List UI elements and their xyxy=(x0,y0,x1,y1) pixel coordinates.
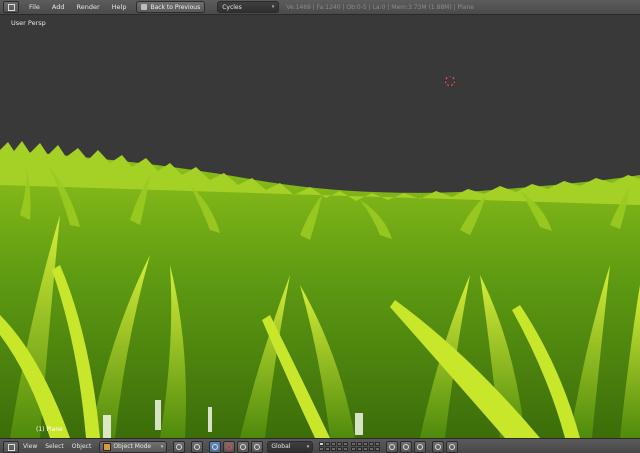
layer-button[interactable] xyxy=(369,442,375,446)
menu-render[interactable]: Render xyxy=(70,0,105,14)
camera-icon xyxy=(435,443,442,450)
rotate-icon xyxy=(240,443,247,450)
chevron-down-icon: ▾ xyxy=(306,443,310,450)
layer-button[interactable] xyxy=(369,447,375,451)
scale-icon xyxy=(254,443,261,450)
layer-button[interactable] xyxy=(331,442,337,446)
layer-button[interactable] xyxy=(351,447,357,451)
layer-button[interactable] xyxy=(375,447,381,451)
back-to-previous-button[interactable]: Back to Previous xyxy=(136,1,206,13)
pivot-point-button[interactable] xyxy=(191,440,204,453)
grass-render xyxy=(0,141,640,438)
shading-icon xyxy=(176,443,183,450)
orientation-value: Global xyxy=(271,443,291,450)
scene-layers-left[interactable] xyxy=(319,442,349,451)
pivot-icon xyxy=(194,443,201,450)
mode-select[interactable]: Object Mode ▾ xyxy=(99,440,168,453)
scene-layers-right[interactable] xyxy=(351,442,381,451)
arrow-icon xyxy=(226,443,233,450)
viewport-shading-button[interactable] xyxy=(173,440,186,453)
proportional-edit-button[interactable] xyxy=(400,440,413,453)
manipulator-toggle[interactable] xyxy=(209,440,222,453)
lock-camera-button[interactable] xyxy=(386,440,399,453)
chevron-down-icon: ▾ xyxy=(160,443,164,450)
scale-manipulator-button[interactable] xyxy=(251,440,264,453)
layer-button[interactable] xyxy=(343,447,349,451)
layer-button[interactable] xyxy=(363,447,369,451)
view-label: User Persp xyxy=(11,19,46,27)
translate-manipulator-button[interactable] xyxy=(223,440,236,453)
back-to-previous-label: Back to Previous xyxy=(150,3,201,11)
lock-icon xyxy=(389,443,396,450)
proportional-edit-icon xyxy=(403,443,410,450)
scene-stats: Ve:1469 | Fa:1240 | Ob:0-5 | La:0 | Mem:… xyxy=(286,3,474,11)
snap-toggle-button[interactable] xyxy=(414,440,427,453)
object-mode-icon xyxy=(103,442,112,451)
layer-button[interactable] xyxy=(325,447,331,451)
menu-select[interactable]: Select xyxy=(41,443,68,450)
render-engine-select[interactable]: Cycles ▾ xyxy=(217,1,280,13)
rotate-manipulator-button[interactable] xyxy=(237,440,250,453)
layer-button[interactable] xyxy=(343,442,349,446)
layer-button[interactable] xyxy=(337,447,343,451)
editor-type-button[interactable] xyxy=(3,1,19,13)
info-header: File Add Render Help Back to Previous Cy… xyxy=(0,0,640,15)
back-icon xyxy=(141,4,148,10)
layer-button[interactable] xyxy=(351,442,357,446)
3d-viewport[interactable]: User Persp (1) Plane xyxy=(0,15,640,438)
menu-add[interactable]: Add xyxy=(46,0,71,14)
render-opengl-button[interactable] xyxy=(432,440,445,453)
menu-object[interactable]: Object xyxy=(68,443,96,450)
film-icon xyxy=(449,443,456,450)
menu-view[interactable]: View xyxy=(19,443,41,450)
layer-button[interactable] xyxy=(325,442,331,446)
layer-button[interactable] xyxy=(375,442,381,446)
layer-button[interactable] xyxy=(331,447,337,451)
active-object-label: (1) Plane xyxy=(36,426,63,433)
layer-button[interactable] xyxy=(319,447,325,451)
blender-window: File Add Render Help Back to Previous Cy… xyxy=(0,0,640,453)
transform-orientation-select[interactable]: Global ▾ xyxy=(267,440,314,453)
render-animation-button[interactable] xyxy=(446,440,459,453)
layer-button[interactable] xyxy=(319,442,325,446)
layer-button[interactable] xyxy=(357,442,363,446)
layer-button[interactable] xyxy=(357,447,363,451)
layer-button[interactable] xyxy=(363,442,369,446)
chevron-down-icon: ▾ xyxy=(271,4,275,10)
magnet-icon xyxy=(417,443,424,450)
layer-button[interactable] xyxy=(337,442,343,446)
menu-help[interactable]: Help xyxy=(106,0,133,14)
menu-file[interactable]: File xyxy=(23,0,46,14)
render-engine-value: Cycles xyxy=(222,3,242,11)
3d-cursor-icon[interactable] xyxy=(444,75,456,87)
manipulator-icon xyxy=(212,443,219,450)
3d-view-header: View Select Object Object Mode ▾ Global … xyxy=(0,438,640,453)
mode-value: Object Mode xyxy=(113,443,152,450)
editor-type-button[interactable] xyxy=(3,440,19,453)
